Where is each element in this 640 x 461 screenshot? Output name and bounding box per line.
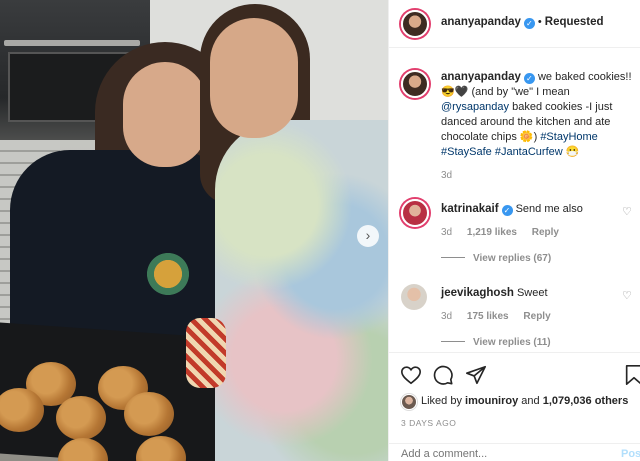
verified-badge-icon: ✓ [501, 205, 513, 216]
avatar[interactable] [401, 10, 429, 38]
caption-emoji: 😷 [565, 146, 580, 158]
caption-text: we baked cookies!! [537, 71, 632, 83]
hashtag-link[interactable]: #StayHome [540, 131, 597, 143]
likes-and: and [521, 395, 540, 407]
caption-text: 😎🖤 (and by "we" I mean [441, 86, 570, 98]
comment-reply-button[interactable]: Reply [532, 227, 559, 238]
post-photo[interactable]: › [0, 0, 388, 461]
oven-mitt [186, 318, 226, 388]
hashtag-link[interactable]: #StaySafe [441, 146, 492, 158]
hashtag-link[interactable]: #JantaCurfew [495, 146, 563, 158]
liker-avatar[interactable] [401, 394, 417, 410]
shirt-print [145, 248, 191, 300]
header-username[interactable]: ananyapanday [441, 16, 521, 28]
view-replies-label[interactable]: View replies (11) [473, 337, 551, 348]
comment-time[interactable]: 3d [441, 227, 452, 238]
comment-icon[interactable] [432, 364, 454, 386]
comment-text: jeevikaghosh Sweet [441, 286, 631, 300]
comment-reply-button[interactable]: Reply [523, 311, 550, 322]
comment-body: Send me also [515, 203, 583, 215]
comment-text: katrinakaif ✓ Send me also [441, 202, 631, 216]
post-actions: Liked by imouniroy and 1,079,036 others … [389, 352, 640, 461]
person-right-tie-dye-sweatshirt [215, 120, 388, 461]
replies-divider [441, 341, 465, 342]
comment-likes[interactable]: 1,219 likes [467, 227, 517, 238]
cookie [124, 392, 174, 436]
person-left-face [123, 62, 207, 167]
post-date[interactable]: 3 DAYS AGO [401, 418, 456, 428]
next-photo-arrow-icon[interactable]: › [357, 225, 379, 247]
header-line: ananyapanday ✓ • Requested [441, 16, 604, 29]
cookie [56, 396, 106, 440]
follow-status-button[interactable]: Requested [545, 16, 604, 28]
caption-time[interactable]: 3d [441, 170, 452, 181]
comment-like-heart-icon[interactable]: ♡ [622, 289, 634, 302]
likes-summary: Liked by imouniroy and 1,079,036 others [421, 395, 628, 407]
comment-meta: 3d 175 likes Reply [441, 311, 563, 322]
comment-time[interactable]: 3d [441, 311, 452, 322]
verified-badge-icon: ✓ [523, 73, 535, 84]
replies-divider [441, 257, 465, 258]
comment-likes[interactable]: 175 likes [467, 311, 509, 322]
comment-meta: 3d 1,219 likes Reply [441, 227, 571, 238]
post-caption: ananyapanday ✓ we baked cookies!! 😎🖤 (and… [441, 70, 633, 160]
liked-by-label: Liked by [421, 395, 462, 407]
save-icon[interactable] [623, 364, 640, 386]
likes-count[interactable]: 1,079,036 others [543, 395, 629, 407]
comment-avatar[interactable] [401, 199, 429, 227]
heart-icon[interactable] [400, 364, 422, 386]
oven-handle [4, 40, 140, 46]
view-replies-label[interactable]: View replies (67) [473, 253, 551, 264]
caption-username[interactable]: ananyapanday [441, 71, 521, 83]
liker-username[interactable]: imouniroy [465, 395, 518, 407]
person-right-face [210, 18, 298, 138]
comment-avatar[interactable] [401, 284, 427, 310]
verified-badge-icon: ✓ [523, 18, 535, 29]
comment-body: Sweet [516, 287, 548, 299]
mention-link[interactable]: @rysapanday [441, 101, 509, 113]
comment-like-heart-icon[interactable]: ♡ [622, 205, 634, 218]
share-icon[interactable] [465, 364, 487, 386]
add-comment-bar: Post [389, 443, 640, 461]
view-replies[interactable]: View replies (11) [441, 337, 551, 348]
post-header: ananyapanday ✓ • Requested [389, 0, 640, 48]
comment-username[interactable]: katrinakaif [441, 203, 499, 215]
caption-avatar[interactable] [401, 70, 429, 98]
view-replies[interactable]: View replies (67) [441, 253, 551, 264]
post-comment-button[interactable]: Post [621, 448, 640, 460]
separator-dot: • [537, 16, 542, 28]
comment-username[interactable]: jeevikaghosh [441, 287, 514, 299]
add-comment-input[interactable] [401, 448, 601, 460]
post-side-panel: ananyapanday ✓ • Requested ananyapanday ✓ we… [388, 0, 640, 461]
